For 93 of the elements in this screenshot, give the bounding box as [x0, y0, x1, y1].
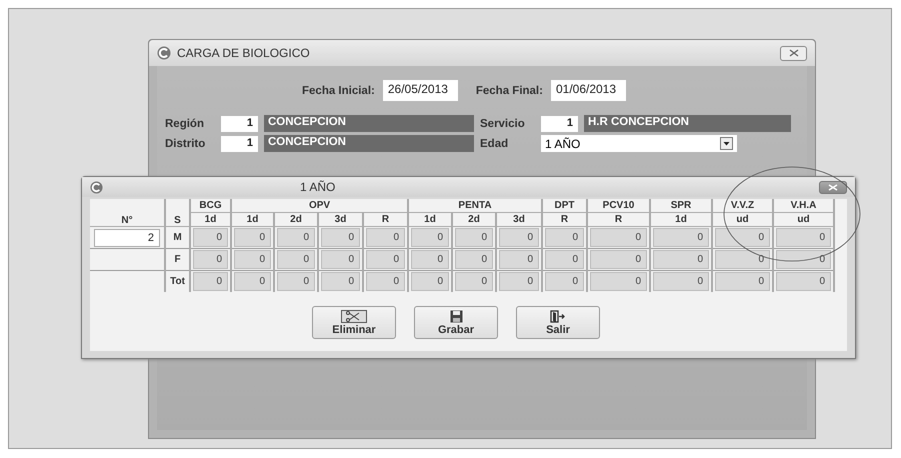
- field-label: Edad: [480, 138, 510, 150]
- name-field: CONCEPCION: [264, 135, 474, 152]
- count-field[interactable]: 0: [590, 228, 647, 247]
- count-field[interactable]: 0: [366, 272, 405, 291]
- count-field[interactable]: 0: [590, 250, 647, 269]
- column-header: R: [614, 214, 622, 225]
- date-field[interactable]: 26/05/2013: [382, 80, 458, 101]
- count-field[interactable]: 0: [321, 272, 360, 291]
- count-field[interactable]: 0: [545, 228, 584, 247]
- code-field[interactable]: 1: [541, 116, 578, 132]
- date-field[interactable]: 01/06/2013: [550, 80, 626, 101]
- count-field[interactable]: 0: [499, 228, 539, 247]
- count-field[interactable]: 0: [776, 228, 831, 247]
- row-label: Tot: [170, 276, 185, 287]
- column-header: 1d: [424, 214, 436, 225]
- count-field[interactable]: 0: [545, 272, 584, 291]
- column-header: 2d: [290, 214, 302, 225]
- count-field[interactable]: 0: [653, 228, 709, 247]
- column-group-header: V.V.Z: [730, 200, 754, 211]
- count-field[interactable]: 0: [277, 250, 315, 269]
- delete-button[interactable]: Eliminar: [312, 306, 396, 339]
- count-field[interactable]: 0: [499, 250, 539, 269]
- count-field[interactable]: 0: [653, 272, 709, 291]
- count-field[interactable]: 0: [234, 228, 271, 247]
- column-header: 3d: [513, 214, 525, 225]
- code-field[interactable]: 1: [221, 116, 258, 132]
- count-field[interactable]: 0: [715, 228, 770, 247]
- count-field[interactable]: 0: [545, 250, 584, 269]
- column-header: R: [560, 214, 568, 225]
- field-label: Distrito: [165, 138, 206, 150]
- close-icon: [788, 49, 798, 57]
- close-button[interactable]: [819, 180, 847, 194]
- column-group-header: OPV: [308, 200, 330, 211]
- close-icon: [828, 184, 838, 190]
- column-header: ud: [736, 214, 749, 225]
- count-field[interactable]: 0: [321, 250, 360, 269]
- column-group-header: SPR: [670, 200, 692, 211]
- app-icon: [157, 46, 171, 60]
- field-label: Región: [165, 118, 205, 130]
- window-title: CARGA DE BIOLOGICO: [177, 46, 311, 60]
- close-button[interactable]: [780, 46, 807, 60]
- save-button[interactable]: Grabar: [414, 306, 498, 339]
- count-field[interactable]: 0: [776, 272, 831, 291]
- field-label: Servicio: [480, 118, 526, 130]
- count-field[interactable]: 0: [234, 250, 271, 269]
- count-field[interactable]: 0: [455, 272, 493, 291]
- count-field[interactable]: 0: [277, 272, 315, 291]
- count-field[interactable]: 0: [366, 228, 405, 247]
- door-exit-icon: [550, 310, 566, 322]
- column-group-header: PENTA: [458, 200, 492, 211]
- age-dropdown[interactable]: 1 AÑO: [541, 135, 737, 152]
- column-group-header: DPT: [554, 200, 574, 211]
- column-header: ud: [797, 214, 810, 225]
- count-field[interactable]: 0: [590, 272, 647, 291]
- column-header: 2d: [468, 214, 480, 225]
- column-header: N°: [121, 215, 133, 226]
- count-field[interactable]: 0: [277, 228, 315, 247]
- column-header: R: [382, 214, 390, 225]
- count-field[interactable]: 0: [366, 250, 405, 269]
- count-field[interactable]: 0: [499, 272, 539, 291]
- count-field[interactable]: 0: [455, 228, 493, 247]
- count-field[interactable]: 0: [234, 272, 271, 291]
- count-field[interactable]: 0: [715, 272, 770, 291]
- field-label: Fecha Inicial:: [302, 84, 375, 96]
- exit-button[interactable]: Salir: [516, 306, 600, 339]
- caret-icon: [720, 137, 733, 150]
- column-group-header: PCV10: [602, 200, 634, 211]
- count-field[interactable]: 0: [653, 250, 709, 269]
- name-field: CONCEPCION: [264, 115, 474, 132]
- code-field[interactable]: 1: [221, 136, 258, 152]
- dialog-title: 1 AÑO: [300, 180, 336, 194]
- column-header: 1d: [246, 214, 258, 225]
- row-label: F: [174, 254, 181, 265]
- column-header: 1d: [204, 214, 216, 225]
- count-field[interactable]: 0: [411, 272, 449, 291]
- count-field[interactable]: 0: [193, 250, 228, 269]
- count-field[interactable]: 0: [455, 250, 493, 269]
- field-label: Fecha Final:: [476, 84, 543, 96]
- column-group-header: BCG: [199, 200, 222, 211]
- column-group-header: V.H.A: [790, 200, 816, 211]
- count-field[interactable]: 0: [321, 228, 360, 247]
- count-field[interactable]: 0: [193, 228, 228, 247]
- count-field[interactable]: 0: [411, 250, 449, 269]
- column-header: 1d: [675, 214, 687, 225]
- app-icon: [90, 180, 103, 194]
- count-field[interactable]: 0: [193, 272, 228, 291]
- column-header: 3d: [334, 214, 346, 225]
- row-label: M: [173, 232, 182, 243]
- count-field[interactable]: 0: [411, 228, 449, 247]
- number-field[interactable]: 2: [94, 228, 160, 246]
- name-field: H.R CONCEPCION: [584, 115, 791, 132]
- column-header: S: [174, 215, 181, 226]
- scissors-icon: [341, 310, 367, 322]
